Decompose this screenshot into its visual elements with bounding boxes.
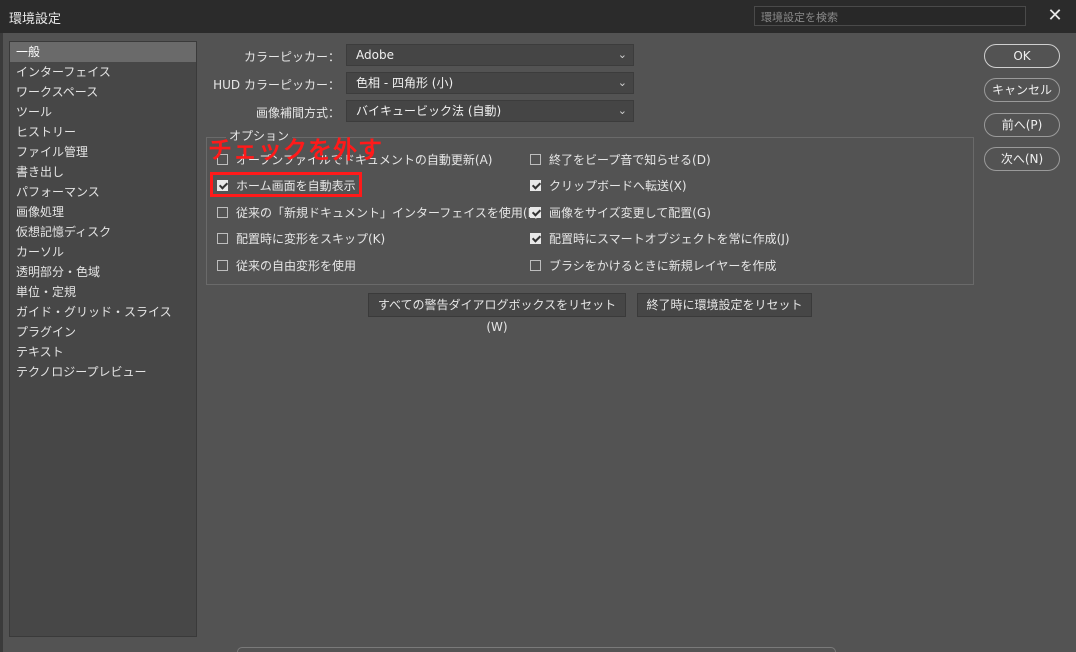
option-skip-transform-on-place[interactable]: 配置時に変形をスキップ(K) [217, 230, 385, 248]
sidebar-item-plugins[interactable]: プラグイン [10, 322, 196, 342]
checkbox-unchecked-icon[interactable] [530, 154, 541, 165]
option-label: 終了をビープ音で知らせる(D) [549, 153, 711, 167]
sidebar: 一般 インターフェイス ワークスペース ツール ヒストリー ファイル管理 書き出… [9, 41, 197, 637]
window-edge [0, 33, 3, 652]
interpolation-select[interactable]: バイキュービック法 (自動) ⌄ [346, 100, 634, 122]
checkbox-unchecked-icon[interactable] [217, 260, 228, 271]
option-label: ブラシをかけるときに新規レイヤーを作成 [549, 259, 777, 273]
checkbox-checked-icon[interactable] [530, 180, 541, 191]
sidebar-item-cursors[interactable]: カーソル [10, 242, 196, 262]
sidebar-item-file-handling[interactable]: ファイル管理 [10, 142, 196, 162]
sidebar-item-history[interactable]: ヒストリー [10, 122, 196, 142]
option-label: 配置時にスマートオブジェクトを常に作成(J) [549, 232, 790, 246]
reset-preferences-on-quit-button[interactable]: 終了時に環境設定をリセット [637, 293, 812, 317]
option-label: 従来の自由変形を使用 [236, 259, 357, 273]
interpolation-label: 画像補間方式： [255, 106, 340, 120]
option-beep-when-done[interactable]: 終了をビープ音で知らせる(D) [530, 151, 711, 169]
sidebar-item-technology-previews[interactable]: テクノロジープレビュー [10, 362, 196, 382]
sidebar-item-guides-grid-slices[interactable]: ガイド・グリッド・スライス [10, 302, 196, 322]
chevron-down-icon: ⌄ [617, 48, 627, 61]
option-resize-during-place[interactable]: 画像をサイズ変更して配置(G) [530, 204, 711, 222]
color-picker-label: カラーピッカー： [243, 50, 340, 64]
sidebar-item-type[interactable]: テキスト [10, 342, 196, 362]
prev-button[interactable]: 前へ(P) [984, 113, 1060, 137]
sidebar-item-performance[interactable]: パフォーマンス [10, 182, 196, 202]
next-button[interactable]: 次へ(N) [984, 147, 1060, 171]
chevron-down-icon: ⌄ [617, 76, 627, 89]
checkbox-checked-icon[interactable] [530, 233, 541, 244]
hud-color-picker-label: HUD カラーピッカー： [213, 78, 340, 92]
annotation-text: チェックを外す [208, 136, 383, 164]
checkbox-unchecked-icon[interactable] [217, 233, 228, 244]
option-legacy-new-document[interactable]: 従来の「新規ドキュメント」インターフェイスを使用(L) [217, 204, 539, 222]
close-icon[interactable]: ✕ [1044, 6, 1066, 28]
hud-color-picker-select[interactable]: 色相 - 四角形 (小) ⌄ [346, 72, 634, 94]
hud-color-picker-value: 色相 - 四角形 (小) [356, 76, 454, 90]
option-new-layer-when-brushing[interactable]: ブラシをかけるときに新規レイヤーを作成 [530, 257, 776, 275]
interpolation-value: バイキュービック法 (自動) [356, 104, 502, 118]
preferences-search-input[interactable]: 環境設定を検索 [754, 6, 1026, 26]
chevron-down-icon: ⌄ [617, 104, 627, 117]
sidebar-item-image-processing[interactable]: 画像処理 [10, 202, 196, 222]
reset-warning-dialogs-button[interactable]: すべての警告ダイアログボックスをリセット (W) [368, 293, 626, 334]
option-label: 画像をサイズ変更して配置(G) [549, 206, 711, 220]
option-label: 配置時に変形をスキップ(K) [236, 232, 386, 246]
option-export-clipboard[interactable]: クリップボードへ転送(X) [530, 177, 687, 195]
underlying-window-edge [237, 647, 836, 652]
checkbox-unchecked-icon[interactable] [530, 260, 541, 271]
sidebar-item-transparency-gamut[interactable]: 透明部分・色域 [10, 262, 196, 282]
color-picker-value: Adobe [356, 48, 394, 62]
checkbox-unchecked-icon[interactable] [217, 207, 228, 218]
checkbox-checked-icon[interactable] [530, 207, 541, 218]
option-always-create-smart-objects[interactable]: 配置時にスマートオブジェクトを常に作成(J) [530, 230, 790, 248]
sidebar-item-units-rulers[interactable]: 単位・定規 [10, 282, 196, 302]
option-legacy-free-transform[interactable]: 従来の自由変形を使用 [217, 257, 356, 275]
sidebar-item-scratch-disks[interactable]: 仮想記憶ディスク [10, 222, 196, 242]
option-label: クリップボードへ転送(X) [549, 179, 687, 193]
window-title: 環境設定 [9, 12, 62, 27]
cancel-button[interactable]: キャンセル [984, 78, 1060, 102]
sidebar-item-export[interactable]: 書き出し [10, 162, 196, 182]
color-picker-select[interactable]: Adobe ⌄ [346, 44, 634, 66]
title-bar: 環境設定 環境設定を検索 ✕ [0, 0, 1076, 33]
annotation-highlight-box [210, 172, 362, 197]
option-label: 従来の「新規ドキュメント」インターフェイスを使用(L) [236, 206, 539, 220]
ok-button[interactable]: OK [984, 44, 1060, 68]
